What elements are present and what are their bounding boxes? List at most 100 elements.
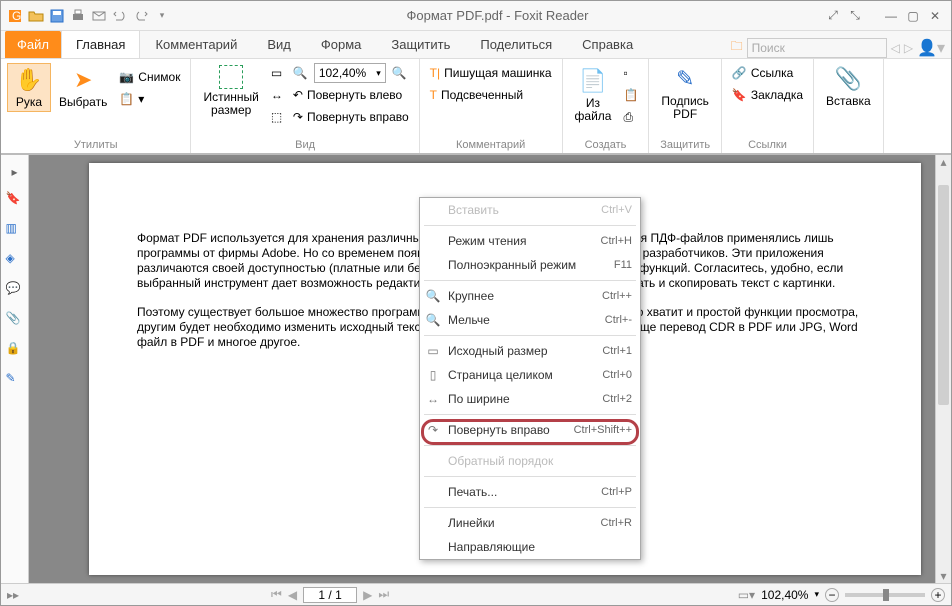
zoom-input[interactable]: 102,40%▾ (314, 63, 386, 83)
menu-zoom-in[interactable]: 🔍КрупнееCtrl++ (420, 284, 640, 308)
tab-file[interactable]: Файл (5, 31, 61, 58)
fit-page-button[interactable]: ▭ (267, 63, 287, 83)
scrollbar-thumb[interactable] (938, 185, 949, 405)
pages-panel-icon[interactable]: ▥ (6, 221, 24, 239)
tab-help[interactable]: Справка (567, 30, 648, 58)
svg-text:G: G (12, 9, 21, 23)
fit-page-icon: ▭ (271, 66, 282, 80)
hand-tool-button[interactable]: ✋Рука (7, 63, 51, 112)
close-icon[interactable]: ✕ (925, 7, 945, 25)
user-icon[interactable]: 👤▾ (917, 38, 945, 58)
blank-button[interactable]: ▫ (619, 63, 642, 83)
tab-protect[interactable]: Защитить (376, 30, 465, 58)
fit-width-icon: ↔ (271, 88, 283, 102)
search-input[interactable]: Поиск (747, 38, 887, 58)
actual-size-button[interactable]: Истинный размер (197, 63, 264, 119)
signatures-panel-icon[interactable]: ✎ (6, 371, 24, 389)
next-page-icon[interactable]: ▶ (363, 588, 372, 602)
menu-fit-page[interactable]: ▯Страница целикомCtrl+0 (420, 363, 640, 387)
zoom-in-button[interactable]: 🔍 (388, 63, 411, 83)
menu-actual-size[interactable]: ▭Исходный размерCtrl+1 (420, 339, 640, 363)
menu-print[interactable]: Печать...Ctrl+P (420, 480, 640, 504)
comments-panel-icon[interactable]: 💬 (6, 281, 24, 299)
rotate-right-icon: ↷ (293, 110, 303, 124)
rotate-left-icon: ↶ (293, 88, 303, 102)
bookmarks-panel-icon[interactable]: 🔖 (6, 191, 24, 209)
menu-rotate-right[interactable]: ↷Повернуть вправоCtrl+Shift++ (420, 418, 640, 442)
zoom-in-status-icon[interactable]: + (931, 588, 945, 602)
tab-view[interactable]: Вид (252, 30, 306, 58)
typewriter-button[interactable]: T|Пишущая машинка (426, 63, 556, 83)
group-label-comment: Комментарий (426, 139, 556, 151)
clip-icon: 📋 (623, 88, 638, 102)
tab-home[interactable]: Главная (61, 30, 140, 58)
maximize-icon[interactable]: ▢ (903, 7, 923, 25)
zoom-in-icon: 🔍 (424, 289, 442, 303)
rotate-left-button[interactable]: ↶Повернуть влево (289, 85, 413, 105)
insert-button[interactable]: 📎Вставка (820, 63, 877, 110)
window-title: Формат PDF.pdf - Foxit Reader (172, 8, 823, 23)
tab-comment[interactable]: Комментарий (140, 30, 252, 58)
fit-width-button[interactable]: ↔ (267, 85, 287, 105)
qat-more-icon[interactable]: ▾ (152, 6, 172, 26)
group-utils: ✋Рука ➤Выбрать 📷Снимок 📋▾ Утилиты (1, 59, 191, 153)
from-file-button[interactable]: 📄Из файла (569, 65, 618, 125)
blank-icon: ▫ (623, 66, 627, 80)
open-icon[interactable] (26, 6, 46, 26)
link-button[interactable]: 🔗Ссылка (728, 63, 807, 83)
side-panel: ▸ 🔖 ▥ ◈ 💬 📎 🔒 ✎ (1, 155, 29, 583)
prev-result-icon[interactable]: ◁ (891, 41, 900, 55)
search-folder-icon[interactable]: 🗀 (731, 37, 743, 58)
last-page-icon[interactable]: ⏭ (378, 587, 389, 602)
show-sidebar-icon[interactable]: ▸▸ (7, 588, 19, 602)
quick-access-toolbar: G ▾ (1, 6, 172, 26)
clipboard-button[interactable]: 📋▾ (115, 89, 184, 109)
menu-guides[interactable]: Направляющие (420, 535, 640, 559)
hand-icon: ✋ (15, 66, 43, 94)
ribbon-expand-icon[interactable]: ⤡ (845, 7, 865, 25)
sign-pdf-button[interactable]: ✎Подпись PDF (655, 63, 715, 123)
menu-zoom-out[interactable]: 🔍МельчеCtrl+- (420, 308, 640, 332)
layers-panel-icon[interactable]: ◈ (6, 251, 24, 269)
select-button[interactable]: ➤Выбрать (53, 64, 113, 111)
vertical-scrollbar[interactable]: ▴▾ (935, 155, 951, 583)
zoom-out-button[interactable]: 🔍 (289, 63, 312, 83)
page-input[interactable]: 1 / 1 (303, 587, 357, 603)
next-result-icon[interactable]: ▷ (904, 41, 913, 55)
redo-icon[interactable] (131, 6, 151, 26)
group-create: 📄Из файла ▫ 📋 ⎙ Создать (563, 59, 650, 153)
rotate-right-button[interactable]: ↷Повернуть вправо (289, 107, 413, 127)
expand-panel-icon[interactable]: ▸ (11, 165, 17, 179)
clipboard2-button[interactable]: 📋 (619, 85, 642, 105)
highlight-button[interactable]: TПодсвеченный (426, 85, 556, 105)
fit-visible-icon: ⬚ (271, 110, 282, 124)
tab-share[interactable]: Поделиться (465, 30, 567, 58)
first-page-icon[interactable]: ⏮ (271, 587, 282, 602)
zoom-out-status-icon[interactable]: − (825, 588, 839, 602)
scanner-button[interactable]: ⎙ (619, 107, 642, 127)
minimize-icon[interactable]: — (881, 7, 901, 25)
bookmark-button[interactable]: 🔖Закладка (728, 85, 807, 105)
undo-icon[interactable] (110, 6, 130, 26)
menu-rulers[interactable]: ЛинейкиCtrl+R (420, 511, 640, 535)
prev-page-icon[interactable]: ◀ (288, 588, 297, 602)
ribbon-min-icon[interactable]: ⤢ (823, 7, 843, 25)
tab-form[interactable]: Форма (306, 30, 377, 58)
menu-fit-width[interactable]: ↔По ширинеCtrl+2 (420, 387, 640, 411)
context-menu: ВставитьCtrl+V Режим чтенияCtrl+H Полноэ… (419, 197, 641, 560)
tab-bar: Файл Главная Комментарий Вид Форма Защит… (1, 31, 951, 59)
menu-fullscreen[interactable]: Полноэкранный режимF11 (420, 253, 640, 277)
email-icon[interactable] (89, 6, 109, 26)
typewriter-icon: T| (430, 66, 440, 80)
print-icon[interactable] (68, 6, 88, 26)
fit-visible-button[interactable]: ⬚ (267, 107, 287, 127)
attachments-panel-icon[interactable]: 📎 (6, 311, 24, 329)
menu-reading-mode[interactable]: Режим чтенияCtrl+H (420, 229, 640, 253)
save-icon[interactable] (47, 6, 67, 26)
security-panel-icon[interactable]: 🔒 (6, 341, 24, 359)
page-layout-icon[interactable]: ▭▾ (738, 588, 755, 602)
zoom-slider[interactable] (845, 593, 925, 597)
fit-width-icon: ↔ (424, 392, 442, 406)
snapshot-button[interactable]: 📷Снимок (115, 67, 184, 87)
group-label-create: Создать (569, 139, 643, 151)
